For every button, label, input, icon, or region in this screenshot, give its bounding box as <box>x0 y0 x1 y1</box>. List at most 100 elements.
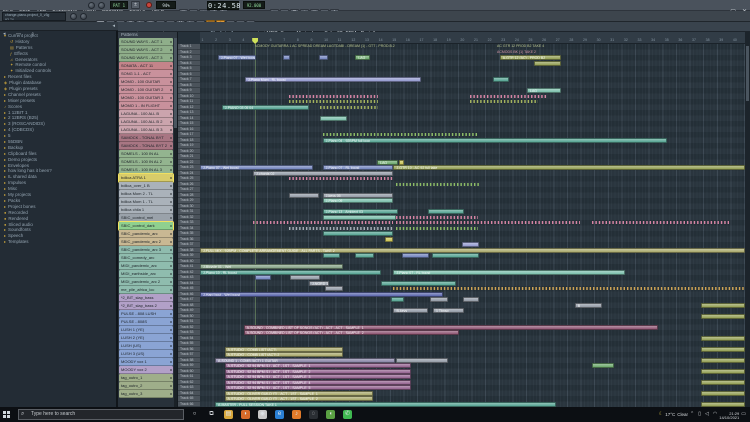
pattern-mute-dot[interactable] <box>170 321 172 323</box>
timeline-ruler[interactable]: 1234567891011121314151617181920212223242… <box>200 32 745 44</box>
playlist-clip[interactable]: J-Hard bout - Wet boost <box>200 292 443 297</box>
midi-pattern-clip[interactable] <box>393 286 745 291</box>
playlist-clip[interactable]: 1 Tbnsp <box>433 308 464 313</box>
midi-pattern-clip[interactable] <box>320 105 379 110</box>
browser-menu-icon[interactable]: ◂ <box>109 22 118 30</box>
playlist-clip[interactable] <box>323 231 394 236</box>
midi-pattern-clip[interactable] <box>396 182 479 187</box>
playlist-clip[interactable]: J-Bicycle 01 - Wet <box>200 264 343 269</box>
pattern-chip[interactable]: MOMO - 100 GUITAR <box>119 78 173 86</box>
weather-temp[interactable]: 17°C <box>665 407 675 422</box>
tray-chevron-up-icon[interactable]: ⌃ <box>688 407 696 422</box>
main-volume-knob[interactable] <box>88 2 95 9</box>
nvidia-icon[interactable]: ◖ <box>326 410 335 419</box>
pattern-chip[interactable]: SBIC_pandemic_arc 3 <box>119 246 173 254</box>
pattern-mute-dot[interactable] <box>170 185 172 187</box>
playlist-clip[interactable]: J-Piano 07 - RL boost <box>393 270 625 275</box>
playlist-clip[interactable] <box>323 215 397 220</box>
pattern-mute-dot[interactable] <box>170 233 172 235</box>
playlist-grid[interactable]: ACMODY GUITARRA 1 AC SPREAD DREAM LAGTDA… <box>200 44 745 407</box>
playlist-clip[interactable] <box>701 347 745 352</box>
playlist-clip[interactable]: A-STUDIO - 92 94 BPM (1) - ACT - 1ST - S… <box>225 374 412 379</box>
time-display[interactable]: 0:24.58 <box>207 1 239 10</box>
pattern-chip[interactable]: SONG 1-1 - ACT <box>119 70 173 78</box>
pattern-mute-dot[interactable] <box>170 337 172 339</box>
shuffle-knob[interactable] <box>70 13 77 20</box>
pattern-up-down-stepper[interactable]: ± <box>131 1 140 9</box>
playlist-clip[interactable]: B <box>575 303 602 308</box>
pattern-mute-dot[interactable] <box>170 289 172 291</box>
pattern-chip[interactable]: *2_BIT_slap_bass 2 <box>119 302 173 310</box>
pattern-mute-dot[interactable] <box>170 89 172 91</box>
cortana-icon[interactable]: ○ <box>190 410 199 419</box>
edge-icon[interactable]: e <box>275 410 284 419</box>
pattern-chip[interactable]: SBIC_pandemic_arc <box>119 230 173 238</box>
task-view-icon[interactable]: ⧉ <box>207 410 216 419</box>
tray-battery-icon[interactable]: ▯ <box>696 407 703 422</box>
record-button[interactable] <box>146 2 152 8</box>
pattern-chip[interactable]: bdlica_over_1 B <box>119 182 173 190</box>
playlist-clip[interactable] <box>701 303 745 308</box>
playlist-clip[interactable] <box>432 253 480 258</box>
pattern-mute-dot[interactable] <box>170 225 172 227</box>
pattern-chip[interactable]: MOODY vox 2 <box>119 366 173 374</box>
playlist-clip[interactable] <box>701 369 745 374</box>
playlist-clip[interactable]: J-Piano 09 <box>323 198 394 203</box>
pattern-chip[interactable]: LUSH 2 (YE) <box>119 334 173 342</box>
pattern-chip[interactable]: MIDI_pandemic_arc <box>119 262 173 270</box>
pattern-mute-dot[interactable] <box>170 73 172 75</box>
clip-label-row[interactable]: ACMODY GUITARRA 1 AC SPREAD DREAM LAGTDA… <box>255 44 500 49</box>
pattern-mute-dot[interactable] <box>170 241 172 243</box>
obs-icon[interactable]: ◌ <box>309 410 318 419</box>
pattern-mute-dot[interactable] <box>170 353 172 355</box>
playlist-clip[interactable]: A-STUDIO - 92 94 BPM (1) - ACT - 1ST - S… <box>225 385 412 390</box>
pattern-chip[interactable]: MOODY vox 1 <box>119 358 173 366</box>
pattern-chip[interactable]: SBIC_control_mel <box>119 214 173 222</box>
midi-pattern-clip[interactable] <box>470 94 548 99</box>
pattern-mute-dot[interactable] <box>170 265 172 267</box>
pattern-mute-dot[interactable] <box>170 369 172 371</box>
midi-pattern-clip[interactable] <box>289 176 394 181</box>
pattern-chip[interactable]: SBIC_control_dark <box>119 222 173 230</box>
pattern-mute-dot[interactable] <box>170 345 172 347</box>
pattern-chip[interactable]: *2_BIT_slap_bass <box>119 294 173 302</box>
playlist-clip[interactable] <box>701 402 745 407</box>
pattern-chip[interactable]: bdlica chila 1 <box>119 206 173 214</box>
playlist-clip[interactable]: A-SOUND 1 - COMB (ACT) 1 GUITAR <box>215 358 395 363</box>
pattern-chip[interactable]: PULSE - 808S <box>119 318 173 326</box>
taskbar-clock[interactable]: 21:29 14/10/2021 <box>719 409 739 421</box>
pattern-mute-dot[interactable] <box>170 105 172 107</box>
pattern-mute-dot[interactable] <box>170 377 172 379</box>
tray-speaker-icon[interactable]: ◁ <box>703 407 711 422</box>
midi-pattern-clip[interactable] <box>396 220 580 225</box>
playlist-clip[interactable]: LAG <box>355 55 370 60</box>
pattern-mute-dot[interactable] <box>170 137 172 139</box>
weather-label[interactable]: Clear <box>675 407 688 422</box>
pattern-chip[interactable]: SOMELS - 100 IN AL 2 <box>119 158 173 166</box>
pattern-mute-dot[interactable] <box>170 201 172 203</box>
midi-pattern-clip[interactable] <box>396 226 478 231</box>
fl-studio-icon[interactable]: ♪ <box>292 410 301 419</box>
playlist-clip[interactable] <box>399 160 404 165</box>
pattern-chip[interactable]: LUSH 1 (YE) <box>119 326 173 334</box>
playlist-clip[interactable]: A-STUDIO - 92 94 BPM (1) - ACT - 1ST - S… <box>225 363 412 368</box>
pattern-chip[interactable]: tag_outro_1 <box>119 374 173 382</box>
playlist-clip[interactable]: J-Piano Mom - RL boost <box>245 77 421 82</box>
pattern-mute-dot[interactable] <box>170 193 172 195</box>
playlist-clip[interactable] <box>430 297 448 302</box>
tempo-display[interactable]: 92.000 <box>243 1 265 9</box>
pattern-mute-dot[interactable] <box>170 217 172 219</box>
pattern-mute-dot[interactable] <box>170 169 172 171</box>
whatsapp-icon[interactable]: ✆ <box>343 410 352 419</box>
playlist-clip[interactable] <box>396 358 448 363</box>
playlist-clip[interactable] <box>320 116 347 121</box>
pattern-chip[interactable]: LAGUNA - 100 ALL B <box>119 110 173 118</box>
pattern-mute-dot[interactable] <box>170 393 172 395</box>
pattern-mute-dot[interactable] <box>170 305 172 307</box>
pattern-mute-dot[interactable] <box>170 313 172 315</box>
pattern-chip[interactable]: LUSH 3 (US) <box>119 350 173 358</box>
clip-label-row[interactable]: AC GTR 12 PROD B2 TAKE 4 <box>497 44 565 49</box>
file-explorer-icon[interactable]: ▤ <box>224 410 233 419</box>
taskbar-search-input[interactable]: Type here to search <box>18 409 184 420</box>
midi-pattern-clip[interactable] <box>470 99 538 104</box>
